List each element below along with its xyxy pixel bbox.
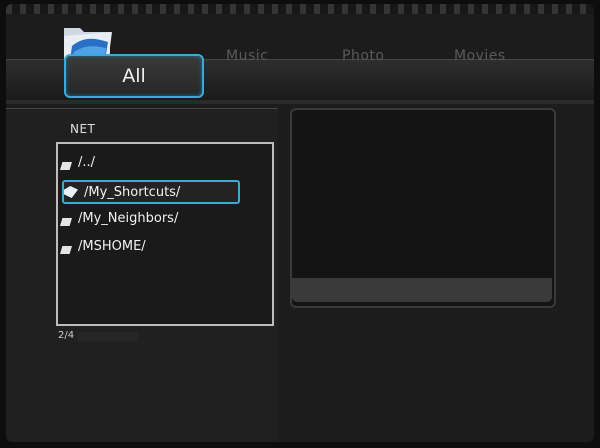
tab-movies[interactable]: Movies: [454, 48, 506, 64]
tab-music[interactable]: Music: [226, 48, 268, 64]
folder-open-icon: [64, 186, 78, 198]
page-count: 2/4: [58, 330, 75, 341]
preview-info-strip: [292, 278, 552, 302]
tab-all[interactable]: All: [64, 54, 204, 98]
folder-icon: [60, 246, 72, 254]
list-item-parent[interactable]: /../: [60, 150, 240, 174]
list-item-my-neighbors[interactable]: /My_Neighbors/: [60, 206, 240, 230]
list-item-label: /My_Neighbors/: [78, 210, 179, 226]
tab-all-label: All: [122, 65, 146, 87]
tab-bar-divider: [6, 100, 594, 104]
page-count-track: [78, 332, 138, 342]
list-item-label: /../: [78, 154, 96, 170]
list-item-my-shortcuts[interactable]: /My_Shortcuts/: [62, 180, 240, 204]
folder-icon: [60, 162, 72, 170]
media-player-screen: All Music Photo Movies NET /../ /My_Shor…: [6, 4, 594, 442]
list-item-mshome[interactable]: /MSHOME/: [60, 234, 240, 258]
list-item-label: /My_Shortcuts/: [84, 184, 181, 200]
location-label: NET: [70, 122, 96, 136]
tab-photo[interactable]: Photo: [342, 48, 384, 64]
folder-icon: [60, 218, 72, 226]
top-border: [6, 4, 594, 14]
list-item-label: /MSHOME/: [78, 238, 146, 254]
